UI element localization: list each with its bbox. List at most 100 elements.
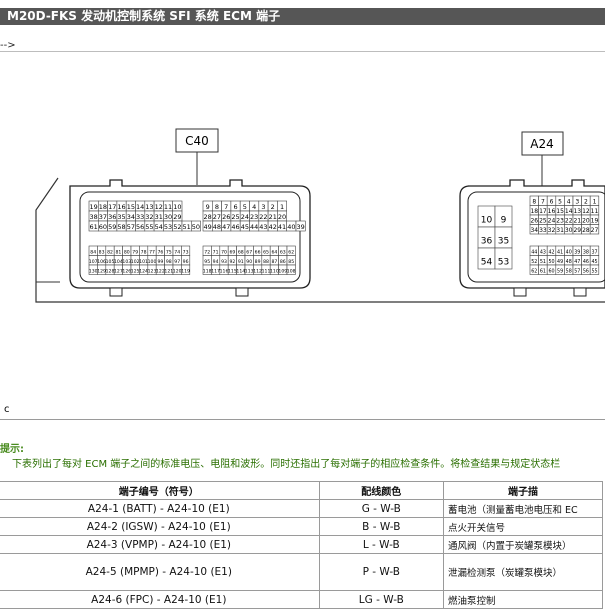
c40-right-pin-label: 6 — [233, 203, 237, 211]
c40-left-pin-label: 16 — [117, 203, 125, 211]
a24-right-small-pin-label: 44 — [531, 249, 537, 255]
a24-big-pin-label: 10 — [481, 215, 493, 225]
c40-right-pin-label: 21 — [269, 213, 277, 221]
c40-left-pin-label: 33 — [136, 213, 144, 221]
c40-left-pin-label: 51 — [183, 223, 191, 231]
page-title-bar: M20D-FKS 发动机控制系统 SFI 系统 ECM 端子 — [0, 8, 605, 25]
c40-right-small-pin-label: 89 — [255, 259, 261, 265]
a24-right-small-pin-label: 56 — [583, 268, 589, 274]
c40-left-pin-label: 53 — [164, 223, 172, 231]
c40-left-small-pin-label: 97 — [174, 259, 180, 265]
c40-right-small-pin-label: 69 — [229, 249, 235, 255]
divider — [0, 51, 605, 52]
table-row: A24-1 (BATT) - A24-10 (E1) G - W-B 蓄电池（测… — [0, 499, 603, 518]
hint-text: 下表列出了每对 ECM 端子之间的标准电压、电阻和波形。同时还指出了每对端子的相… — [12, 459, 561, 470]
cell-wire-color: L - W-B — [318, 535, 445, 554]
c40-right-pin-label: 40 — [287, 223, 295, 231]
a24-big-pin-label: 36 — [481, 236, 493, 246]
c40-right-pin-label: 7 — [224, 203, 228, 211]
c40-right-small-pin-label: 93 — [221, 259, 227, 265]
header-terminal: 端子编号（符号） — [0, 481, 320, 500]
a24-right-pin-label: 1 — [593, 198, 597, 205]
a24-right-small-pin-label: 58 — [566, 268, 572, 274]
c40-left-pin-label: 36 — [108, 213, 116, 221]
a24-big-pin-label: 35 — [498, 236, 509, 246]
c40-right-pin-label: 46 — [231, 223, 239, 231]
cell-terminal: A24-6 (FPC) - A24-10 (E1) — [0, 590, 320, 609]
c40-right-pin-label: 47 — [222, 223, 230, 231]
c40-left-small-pin-label: 98 — [166, 259, 172, 265]
c40-right-small-pin-label: 62 — [288, 249, 294, 255]
c40-left-small-pin-label: 119 — [181, 268, 190, 274]
cell-terminal: A24-5 (MPMP) - A24-10 (E1) — [0, 553, 320, 591]
a24-right-pin-label: 18 — [530, 208, 538, 215]
cell-description: 燃油泵控制 — [443, 590, 603, 609]
c40-right-pin-label: 8 — [215, 203, 219, 211]
back-link[interactable]: --> — [0, 40, 16, 51]
c40-left-small-pin-label: 81 — [115, 249, 121, 255]
c40-left-pin-label: 59 — [108, 223, 116, 231]
c40-right-small-pin-label: 71 — [213, 249, 219, 255]
c40-right-small-pin-label: 88 — [263, 259, 269, 265]
a24-right-small-pin-label: 48 — [566, 259, 572, 265]
a24-right-pin-label: 25 — [539, 217, 547, 224]
c40-left-pin-label: 61 — [90, 223, 98, 231]
cell-description: 通风阀（内置于炭罐泵模块） — [443, 535, 603, 554]
c40-left-small-pin-label: 80 — [124, 249, 130, 255]
a24-right-small-pin-label: 42 — [548, 249, 554, 255]
c40-left-pin-label: 12 — [155, 203, 163, 211]
c40-right-small-pin-label: 95 — [204, 259, 210, 265]
a24-big-pin-label: 53 — [498, 257, 509, 267]
a24-right-small-pin-label: 40 — [566, 249, 572, 255]
a24-right-pin-label: 3 — [575, 198, 579, 205]
table-row: A24-5 (MPMP) - A24-10 (E1) P - W-B 泄漏检测泵… — [0, 553, 603, 591]
table-row: A24-2 (IGSW) - A24-10 (E1) B - W-B 点火开关信… — [0, 517, 603, 536]
a24-right-small-pin-label: 46 — [583, 259, 589, 265]
a24-right-pin-label: 22 — [565, 217, 573, 224]
c40-right-pin-label: 4 — [252, 203, 256, 211]
c40-right-small-pin-label: 85 — [288, 259, 294, 265]
c40-left-pin-label: 29 — [173, 213, 181, 221]
c40-left-small-pin-label: 100 — [148, 259, 157, 265]
a24-right-pin-label: 7 — [541, 198, 545, 205]
a24-right-pin-label: 19 — [591, 217, 599, 224]
hint-title: 提示: — [0, 444, 24, 455]
c40-left-pin-label: 52 — [173, 223, 181, 231]
c40-right-pin-label: 9 — [206, 203, 210, 211]
c40-right-small-pin-label: 63 — [280, 249, 286, 255]
a24-right-small-pin-label: 52 — [531, 259, 537, 265]
c40-right-small-pin-label: 65 — [263, 249, 269, 255]
c40-right-small-pin-label: 90 — [246, 259, 252, 265]
c40-left-small-pin-label: 82 — [107, 249, 113, 255]
a24-right-pin-label: 16 — [548, 208, 556, 215]
a24-right-small-pin-label: 39 — [574, 249, 580, 255]
c40-left-small-pin-label: 79 — [132, 249, 138, 255]
a24-right-pin-label: 15 — [556, 208, 564, 215]
a24-right-pin-label: 13 — [573, 208, 581, 215]
a24-right-pin-label: 28 — [582, 227, 590, 234]
a24-right-small-pin-label: 45 — [591, 259, 597, 265]
c40-left-pin-label: 14 — [136, 203, 144, 211]
a24-right-pin-label: 26 — [530, 217, 538, 224]
c40-right-pin-label: 23 — [250, 213, 258, 221]
c40-right-pin-label: 2 — [271, 203, 275, 211]
a24-right-small-pin-label: 61 — [540, 268, 546, 274]
a24-right-small-pin-label: 55 — [591, 268, 597, 274]
a24-right-pin-label: 34 — [530, 227, 538, 234]
cell-description: 泄漏检测泵（炭罐泵模块） — [443, 553, 603, 591]
c40-right-pin-label: 44 — [250, 223, 258, 231]
a24-right-pin-label: 11 — [591, 208, 599, 215]
a24-right-pin-label: 30 — [565, 227, 573, 234]
a24-right-pin-label: 29 — [573, 227, 581, 234]
a24-right-small-pin-label: 60 — [548, 268, 554, 274]
c40-left-pin-label: 10 — [173, 203, 181, 211]
c40-left-pin-label: 31 — [155, 213, 163, 221]
c40-right-small-pin-label: 94 — [213, 259, 219, 265]
c40-left-pin-label: 50 — [192, 223, 200, 231]
cell-wire-color: B - W-B — [318, 517, 445, 536]
c40-right-pin-label: 49 — [204, 223, 212, 231]
c40-left-pin-label: 57 — [127, 223, 135, 231]
section-label: c — [4, 404, 10, 415]
cell-wire-color: G - W-B — [318, 499, 445, 518]
c40-left-small-pin-label: 78 — [141, 249, 147, 255]
